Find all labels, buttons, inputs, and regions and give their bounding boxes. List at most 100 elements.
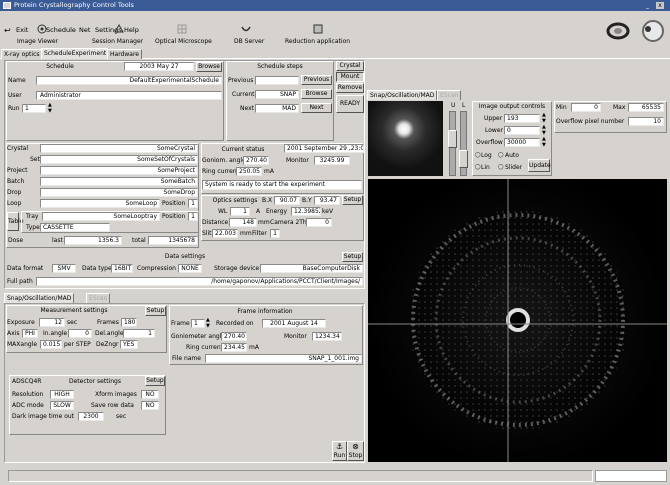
axis-field[interactable]: PHI [22, 329, 38, 338]
reduction-icon[interactable] [312, 23, 324, 35]
thumbnail-image[interactable] [368, 101, 443, 176]
tab-snap-oscillation-lower[interactable]: Snap/Oscillation/MAD [4, 293, 75, 303]
tab-xray-optics[interactable]: X-ray optics [1, 49, 43, 59]
saveraw-field[interactable]: NO [141, 401, 159, 410]
lower-field[interactable]: 0 [504, 126, 540, 135]
next-step-field[interactable]: MAD [255, 104, 299, 113]
overflow-spinner-icon[interactable]: ▲ ▼ [542, 136, 548, 148]
session-manager-icon[interactable] [113, 23, 125, 35]
steps-browse-button[interactable]: Browse [301, 89, 332, 99]
storage-field[interactable]: BaseComputerDisk [260, 264, 363, 273]
minimize-icon[interactable]: _ [646, 2, 653, 9]
dark-field[interactable]: 2300 [78, 412, 104, 421]
xform-field[interactable]: NO [141, 390, 159, 399]
resolution-field[interactable]: HIGH [50, 390, 74, 399]
frames-field[interactable]: 180 [121, 318, 137, 327]
log-label[interactable]: Log [481, 151, 492, 160]
optical-microscope-icon[interactable] [176, 23, 188, 35]
loop-position-field[interactable]: 1 [188, 199, 198, 208]
lower-slider-handle[interactable] [459, 150, 468, 168]
current-step-field[interactable]: SNAP [255, 90, 299, 99]
optics-setup-button[interactable]: Setup [342, 195, 363, 205]
loop-field[interactable]: SomeLoop [40, 199, 160, 208]
delangle-field[interactable]: 1 [123, 329, 155, 338]
max-field: 65535 [628, 103, 664, 112]
close-icon[interactable]: x [656, 2, 664, 9]
overflow-field[interactable]: 30000 [504, 138, 540, 147]
run-field[interactable]: 1 [22, 104, 46, 113]
frame-field[interactable]: 1 [191, 319, 205, 328]
update-button[interactable]: Update [528, 159, 551, 172]
drop-field[interactable]: SomeDrop [40, 188, 198, 197]
toolbar-reduction[interactable]: Reduction application [285, 38, 350, 45]
schedule-date[interactable]: 2003 May 27 [124, 62, 194, 71]
toolbar-db-server[interactable]: DB Server [234, 38, 264, 45]
batch-field[interactable]: SomeBatch [40, 177, 198, 186]
auto-radio-icon[interactable]: ◯ [498, 151, 504, 160]
exposure-field[interactable]: 12 [39, 318, 65, 327]
tab-hardware[interactable]: Hardware [107, 49, 142, 59]
run-button[interactable]: ⚓ Run [332, 441, 347, 461]
next-button[interactable]: Next [301, 103, 332, 113]
menu-exit[interactable]: Exit [16, 26, 28, 34]
user-field[interactable]: Administrator [36, 91, 222, 100]
lin-radio-icon[interactable]: ◯ [475, 163, 481, 172]
diffraction-image[interactable] [368, 179, 667, 462]
menu-schedule[interactable]: Schedule [46, 26, 76, 34]
auto-label[interactable]: Auto [505, 151, 519, 160]
schedule-browse-button[interactable]: Browse [196, 62, 222, 72]
previous-button[interactable]: Previous [301, 75, 332, 85]
image-viewer-icon[interactable] [36, 23, 48, 35]
menu-net[interactable]: Net [79, 26, 90, 34]
lin-label[interactable]: Lin [481, 163, 490, 172]
tab-snap-oscillation-right[interactable]: Snap/Oscillation/MAD [367, 90, 438, 100]
log-radio-icon[interactable]: ◯ [475, 151, 481, 160]
mount-button[interactable]: Mount [336, 72, 364, 82]
slit-label: Slit [202, 230, 212, 237]
db-server-icon[interactable] [240, 23, 252, 35]
type-field[interactable]: CASSETTE [40, 223, 110, 232]
set-field[interactable]: SomeSetOfCrystals [40, 155, 198, 164]
lower-spinner-icon[interactable]: ▲ ▼ [542, 124, 548, 136]
upper-slider-handle[interactable] [448, 130, 457, 148]
tab-escan-right[interactable]: EScan [437, 90, 462, 100]
total-dose-field[interactable]: 1345678 [148, 236, 198, 245]
data-format-field[interactable]: SMV [52, 264, 76, 273]
upper-field[interactable]: 193 [504, 114, 540, 123]
previous-field[interactable] [255, 76, 299, 85]
compression-field[interactable]: NONE [178, 264, 202, 273]
camera-field: 0 [306, 218, 332, 227]
tray-position-field[interactable]: 1 [188, 212, 198, 221]
slider-label[interactable]: Slider [505, 163, 522, 172]
inangle-field[interactable]: 0 [68, 329, 92, 338]
ready-button[interactable]: READY [336, 95, 364, 113]
adc-field[interactable]: SLOW [50, 401, 74, 410]
tab-escan-lower[interactable]: EScan [86, 293, 111, 303]
remove-button[interactable]: Remove [336, 83, 364, 93]
crystal-button[interactable]: Crystal [336, 61, 364, 71]
data-type-field[interactable]: 16BIT [111, 264, 133, 273]
run-spinner-icon[interactable]: ▲ ▼ [48, 102, 54, 114]
schedule-name-field[interactable]: DefaultExperimentalSchedule [36, 76, 222, 85]
data-settings-setup-button[interactable]: Setup [342, 252, 363, 262]
tab-schedule-experiment[interactable]: ScheduleExperiment [41, 48, 110, 59]
table-button[interactable]: Table [7, 212, 24, 231]
slider-radio-icon[interactable]: ◯ [498, 163, 504, 172]
upper-spinner-icon[interactable]: ▲ ▼ [542, 112, 548, 124]
measurement-setup-button[interactable]: Setup [145, 306, 166, 316]
frame-spinner-icon[interactable]: ▲ ▼ [206, 317, 212, 329]
last-dose-field[interactable]: 1356.3 [64, 236, 122, 245]
project-field[interactable]: SomeProject [40, 166, 198, 175]
toolbar-session-manager[interactable]: Session Manager [92, 38, 143, 45]
stop-button[interactable]: ⊗ Stop [347, 441, 364, 461]
exit-icon[interactable]: ↩ [4, 27, 14, 35]
full-path-field[interactable]: /home/gaponov/Applications/PCCT/Client/I… [36, 277, 363, 286]
detector-setup-button[interactable]: Setup [145, 376, 165, 386]
tray-field[interactable]: SomeLooptray [42, 212, 160, 221]
maxangle-field[interactable]: 0.015 [40, 340, 62, 349]
crystal-field[interactable]: SomeCrystal [40, 144, 198, 153]
toolbar-optical-microscope[interactable]: Optical Microscope [155, 38, 212, 45]
dezngr-field[interactable]: YES [120, 340, 138, 349]
toolbar-image-viewer[interactable]: Image Viewer [17, 38, 58, 45]
menu-help[interactable]: Help [124, 26, 139, 34]
